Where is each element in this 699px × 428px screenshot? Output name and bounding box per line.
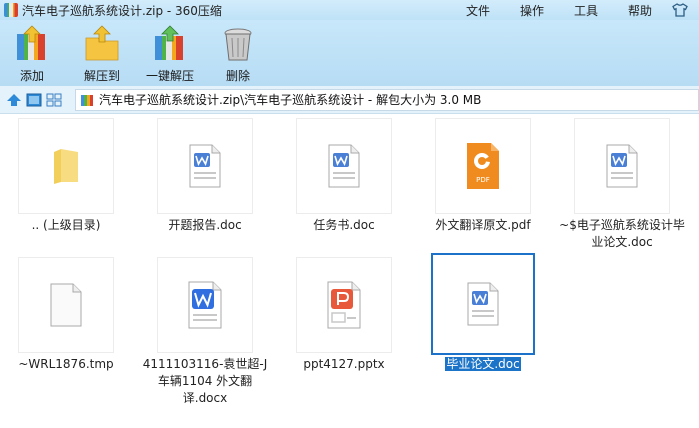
pdf-icon: PDF (467, 143, 499, 189)
window-title: 汽车电子巡航系统设计.zip - 360压缩 (22, 3, 222, 18)
word-doc-icon (606, 144, 638, 188)
file-item-thesis[interactable] (431, 253, 535, 355)
file-name-task-book: 任务书.doc (313, 218, 375, 232)
menu-operate[interactable]: 操作 (505, 2, 559, 19)
file-item-kaiti-report[interactable] (157, 118, 253, 214)
file-name-foreign-translation: 4111103116-袁世超-J车辆1104 外文翻译.docx (142, 357, 268, 405)
file-item-foreign-pdf[interactable]: PDF (435, 118, 531, 214)
up-arrow-icon[interactable] (5, 91, 23, 109)
address-row: 汽车电子巡航系统设计.zip\汽车电子巡航系统设计 - 解包大小为 3.0 MB (0, 86, 699, 114)
word-docx-icon (188, 281, 222, 329)
file-name-ppt: ppt4127.pptx (303, 357, 385, 371)
app-logo-icon (4, 3, 18, 17)
blank-file-icon (50, 283, 82, 327)
extract-to-button[interactable]: 解压到 (82, 20, 122, 84)
extract-to-button-label: 解压到 (83, 69, 120, 83)
word-doc-icon (328, 144, 360, 188)
file-item-ppt[interactable] (296, 257, 392, 353)
menu-tools[interactable]: 工具 (559, 2, 613, 19)
file-item-temp-thesis[interactable] (574, 118, 670, 214)
delete-button[interactable]: 删除 (218, 20, 258, 84)
menu-file[interactable]: 文件 (451, 2, 505, 19)
address-path: 汽车电子巡航系统设计.zip\汽车电子巡航系统设计 - 解包大小为 3.0 MB (99, 93, 482, 107)
add-button[interactable]: 添加 (12, 20, 52, 84)
delete-button-label: 删除 (226, 69, 251, 83)
file-item-task-book[interactable] (296, 118, 392, 214)
file-name-thesis-text: 毕业论文.doc (445, 357, 521, 371)
add-button-label: 添加 (19, 69, 44, 83)
one-click-extract-icon (155, 25, 183, 60)
archive-icon (81, 94, 93, 106)
address-bar[interactable]: 汽车电子巡航系统设计.zip\汽车电子巡航系统设计 - 解包大小为 3.0 MB (75, 88, 699, 111)
file-item-foreign-translation[interactable] (157, 257, 253, 353)
add-archive-icon (17, 25, 45, 60)
file-name-parent-dir: .. (上级目录) (31, 218, 101, 232)
file-name-wrl-tmp: ~WRL1876.tmp (18, 357, 114, 371)
toolbar: 添加 解压到 一键解压 删除 (0, 20, 699, 86)
menu-help[interactable]: 帮助 (613, 2, 667, 19)
svg-text:PDF: PDF (476, 176, 490, 184)
ppt-icon (327, 281, 361, 329)
folder-icon (54, 149, 78, 184)
file-list: .. (上级目录) 开题报告.doc 任务书.doc PDF 外文翻译原文.pd… (0, 115, 699, 428)
file-name-thesis: 毕业论文.doc (418, 356, 548, 373)
large-icons-view-icon[interactable] (25, 91, 43, 109)
extract-to-icon (85, 25, 119, 61)
file-name-kaiti-report: 开题报告.doc (168, 218, 242, 232)
file-item-parent-dir[interactable] (18, 118, 114, 214)
one-click-extract-button-label: 一键解压 (146, 69, 195, 83)
title-bar: 汽车电子巡航系统设计.zip - 360压缩 文件 操作 工具 帮助 (0, 0, 699, 20)
tshirt-icon[interactable] (671, 2, 689, 18)
file-name-temp-thesis: ~$电子巡航系统设计毕业论文.doc (559, 218, 685, 249)
menu-bar: 文件 操作 工具 帮助 (451, 0, 699, 20)
grid-view-icon[interactable] (45, 91, 63, 109)
word-doc-icon (189, 144, 221, 188)
word-doc-icon (467, 282, 499, 326)
trash-icon (224, 28, 252, 61)
file-item-wrl-tmp[interactable] (18, 257, 114, 353)
file-name-foreign-pdf: 外文翻译原文.pdf (435, 218, 531, 232)
one-click-extract-button[interactable]: 一键解压 (146, 20, 194, 84)
